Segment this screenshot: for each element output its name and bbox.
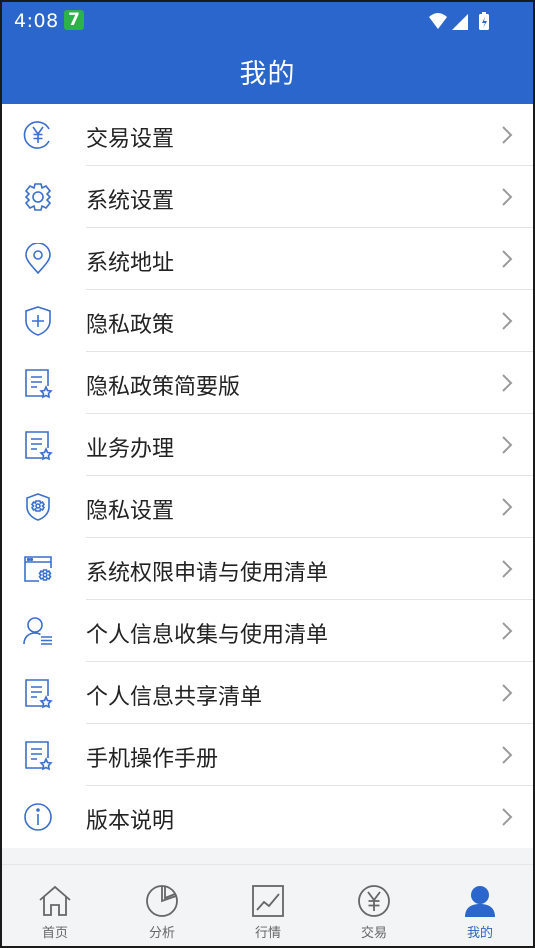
shield-gear-icon: [26, 493, 50, 521]
tab-label: 行情: [254, 926, 281, 941]
info-circle-icon: [24, 803, 52, 831]
chevron-right-icon: [502, 498, 513, 516]
menu-item-trade-settings[interactable]: 交易设置: [2, 104, 533, 166]
menu-item-label: 系统地址: [86, 251, 175, 276]
chevron-right-icon: [502, 250, 513, 268]
tab-market[interactable]: 行情: [228, 883, 308, 943]
document-star-icon: [25, 431, 53, 461]
menu-item-label: 隐私政策: [86, 313, 175, 338]
tab-home[interactable]: 首页: [15, 883, 95, 943]
signal-icon: [452, 14, 468, 30]
menu-item-info-sharing[interactable]: 个人信息共享清单: [2, 662, 533, 724]
pie-chart-icon: [146, 885, 178, 917]
tab-label: 交易: [360, 926, 387, 941]
person-icon: [465, 886, 495, 917]
menu-item-label: 个人信息收集与使用清单: [86, 623, 329, 648]
status-icons: [429, 12, 489, 30]
menu-item-label: 隐私设置: [86, 499, 175, 524]
menu-item-label: 手机操作手册: [86, 747, 219, 772]
status-time: 4:08: [14, 10, 59, 32]
chevron-right-icon: [502, 684, 513, 702]
chevron-right-icon: [502, 312, 513, 330]
document-star-icon: [25, 369, 53, 399]
menu-item-label: 业务办理: [86, 437, 175, 462]
chevron-right-icon: [502, 126, 513, 144]
gear-icon: [24, 183, 52, 211]
wifi-icon: [429, 13, 447, 29]
shield-plus-icon: [25, 306, 51, 336]
menu-item-label: 个人信息共享清单: [86, 685, 263, 710]
menu-item-permission-list[interactable]: 系统权限申请与使用清单: [2, 538, 533, 600]
line-chart-icon: [252, 885, 284, 917]
menu-item-system-address[interactable]: 系统地址: [2, 228, 533, 290]
menu-item-user-manual[interactable]: 手机操作手册: [2, 724, 533, 786]
page-title: 我的: [239, 59, 296, 90]
settings-menu: 交易设置 系统设置 系统地址 隐私政策 隐私政策简要版 业务办理 隐私设置 系统…: [2, 104, 533, 848]
tab-analysis[interactable]: 分析: [122, 883, 202, 943]
window-gear-icon: [24, 556, 52, 582]
menu-item-privacy-summary[interactable]: 隐私政策简要版: [2, 352, 533, 414]
menu-item-business[interactable]: 业务办理: [2, 414, 533, 476]
tab-label: 我的: [466, 926, 493, 941]
chevron-right-icon: [502, 188, 513, 206]
menu-item-info-collection[interactable]: 个人信息收集与使用清单: [2, 600, 533, 662]
tab-label: 首页: [41, 926, 68, 941]
home-icon: [39, 885, 71, 916]
menu-item-label: 系统设置: [86, 189, 175, 214]
yuan-circle-icon: [358, 885, 390, 917]
yuan-circle-icon: [23, 121, 50, 149]
status-bar: 4:08 7: [2, 2, 533, 40]
chevron-right-icon: [502, 746, 513, 764]
chevron-right-icon: [502, 622, 513, 640]
chevron-right-icon: [502, 374, 513, 392]
menu-item-system-settings[interactable]: 系统设置: [2, 166, 533, 228]
menu-item-label: 交易设置: [86, 127, 175, 152]
menu-item-label: 系统权限申请与使用清单: [86, 561, 329, 586]
tab-mine[interactable]: 我的: [440, 883, 520, 943]
app-header: 我的: [2, 40, 533, 104]
tab-label: 分析: [148, 926, 175, 941]
chevron-right-icon: [502, 808, 513, 826]
bottom-tab-bar: 首页 分析 行情 交易 我的: [2, 864, 533, 946]
menu-item-label: 版本说明: [86, 809, 175, 834]
menu-item-privacy-policy[interactable]: 隐私政策: [2, 290, 533, 352]
chevron-right-icon: [502, 436, 513, 454]
chevron-right-icon: [502, 560, 513, 578]
notification-badge: 7: [64, 10, 84, 30]
menu-item-privacy-settings[interactable]: 隐私设置: [2, 476, 533, 538]
user-list-icon: [23, 617, 52, 645]
document-star-icon: [25, 741, 53, 771]
tab-trade[interactable]: 交易: [334, 883, 414, 943]
menu-item-version-info[interactable]: 版本说明: [2, 786, 533, 848]
app-frame: 4:08 7 我的 交易设置 系统设置 系统地址 隐私政策 隐私政策简要版 业务…: [2, 2, 533, 946]
menu-item-label: 隐私政策简要版: [86, 375, 241, 400]
document-star-icon: [25, 679, 53, 709]
location-pin-icon: [25, 243, 51, 275]
